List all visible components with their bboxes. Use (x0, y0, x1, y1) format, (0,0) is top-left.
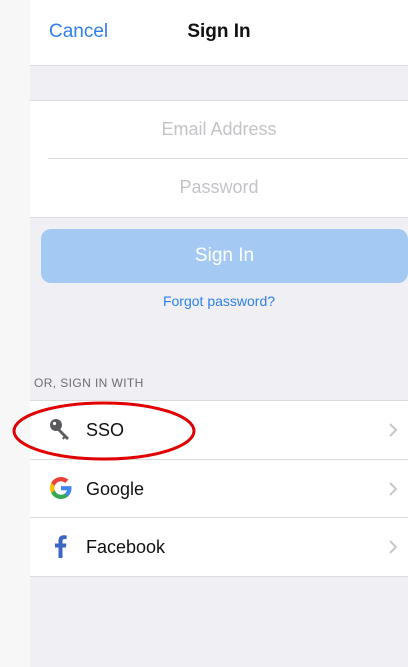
key-icon (48, 416, 74, 442)
sso-row[interactable]: SSO (30, 401, 408, 459)
facebook-row[interactable]: Facebook (30, 518, 408, 576)
password-field[interactable]: Password (30, 159, 408, 216)
sso-label: SSO (86, 420, 125, 440)
facebook-label: Facebook (86, 537, 166, 557)
alternative-sign-in-header: OR, SIGN IN WITH (34, 376, 144, 390)
google-icon (48, 475, 74, 501)
chevron-right-icon (388, 481, 398, 497)
google-label: Google (86, 479, 145, 499)
email-field[interactable]: Email Address (30, 101, 408, 158)
left-edge-shade (0, 0, 30, 667)
navigation-bar: Cancel Sign In (30, 0, 408, 66)
sign-in-provider-list: SSO Google Facebook (30, 400, 408, 577)
sign-in-button[interactable]: Sign In (41, 229, 408, 283)
facebook-icon (48, 533, 74, 559)
sign-in-screen: Cancel Sign In Email Address Password Si… (30, 0, 408, 667)
chevron-right-icon (388, 422, 398, 438)
credentials-form: Email Address Password (30, 100, 408, 218)
forgot-password-link[interactable]: Forgot password? (30, 292, 408, 310)
google-row[interactable]: Google (30, 460, 408, 518)
page-title: Sign In (187, 21, 251, 42)
chevron-right-icon (388, 539, 398, 555)
